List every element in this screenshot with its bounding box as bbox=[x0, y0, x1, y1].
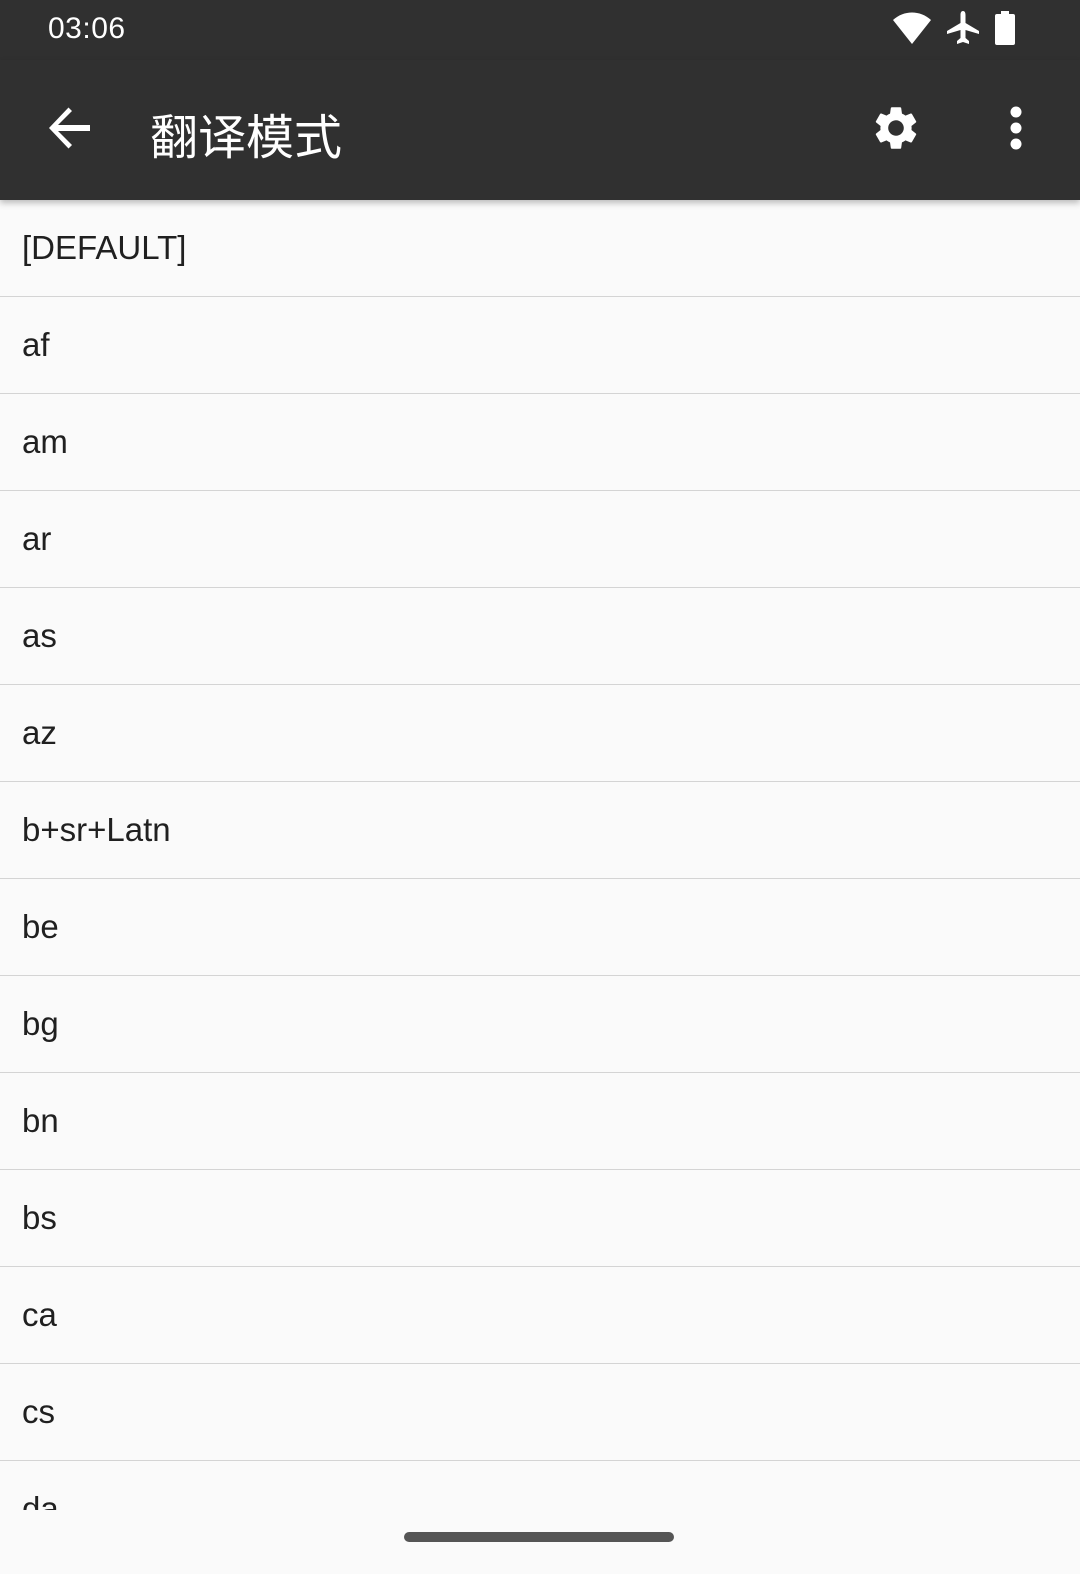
list-item[interactable]: am bbox=[0, 394, 1080, 491]
list-item-label: [DEFAULT] bbox=[22, 229, 187, 266]
list-item-label: bg bbox=[22, 1005, 59, 1042]
list-item[interactable]: da bbox=[0, 1461, 1080, 1510]
navigation-bar bbox=[0, 1510, 1080, 1574]
list-item[interactable]: bg bbox=[0, 976, 1080, 1073]
list-item-label: da bbox=[22, 1490, 59, 1510]
more-vert-icon bbox=[1009, 106, 1023, 154]
list-item[interactable]: be bbox=[0, 879, 1080, 976]
list-item[interactable]: as bbox=[0, 588, 1080, 685]
list-item[interactable]: ar bbox=[0, 491, 1080, 588]
arrow-back-icon bbox=[48, 106, 92, 154]
battery-icon bbox=[994, 11, 1016, 49]
gesture-handle[interactable] bbox=[404, 1532, 674, 1542]
more-options-button[interactable] bbox=[976, 90, 1056, 170]
list-item-label: am bbox=[22, 423, 68, 460]
list-item-label: b+sr+Latn bbox=[22, 811, 171, 848]
list-item-label: az bbox=[22, 714, 57, 751]
status-icons bbox=[892, 10, 1016, 50]
status-bar: 03:06 bbox=[0, 0, 1080, 60]
list-item[interactable]: bs bbox=[0, 1170, 1080, 1267]
page-title: 翻译模式 bbox=[150, 110, 343, 166]
language-list: [DEFAULT] af am ar as az b+sr+Latn be bg… bbox=[0, 200, 1080, 1510]
list-item-label: bn bbox=[22, 1102, 59, 1139]
settings-button[interactable] bbox=[856, 90, 936, 170]
list-item[interactable]: cs bbox=[0, 1364, 1080, 1461]
app-toolbar: 翻译模式 bbox=[0, 60, 1080, 200]
list-item-label: cs bbox=[22, 1393, 55, 1430]
list-item-label: ar bbox=[22, 520, 52, 557]
status-time: 03:06 bbox=[48, 12, 126, 45]
list-item[interactable]: bn bbox=[0, 1073, 1080, 1170]
list-item-label: as bbox=[22, 617, 57, 654]
back-button[interactable] bbox=[30, 90, 110, 170]
gear-icon bbox=[870, 102, 922, 158]
list-item-label: af bbox=[22, 326, 50, 363]
airplane-icon bbox=[946, 10, 980, 50]
list-item[interactable]: ca bbox=[0, 1267, 1080, 1364]
list-item[interactable]: af bbox=[0, 297, 1080, 394]
list-item[interactable]: b+sr+Latn bbox=[0, 782, 1080, 879]
list-item-label: bs bbox=[22, 1199, 57, 1236]
list-item-label: be bbox=[22, 908, 59, 945]
wifi-icon bbox=[892, 11, 932, 49]
list-item[interactable]: az bbox=[0, 685, 1080, 782]
list-item[interactable]: [DEFAULT] bbox=[0, 200, 1080, 297]
list-item-label: ca bbox=[22, 1296, 57, 1333]
